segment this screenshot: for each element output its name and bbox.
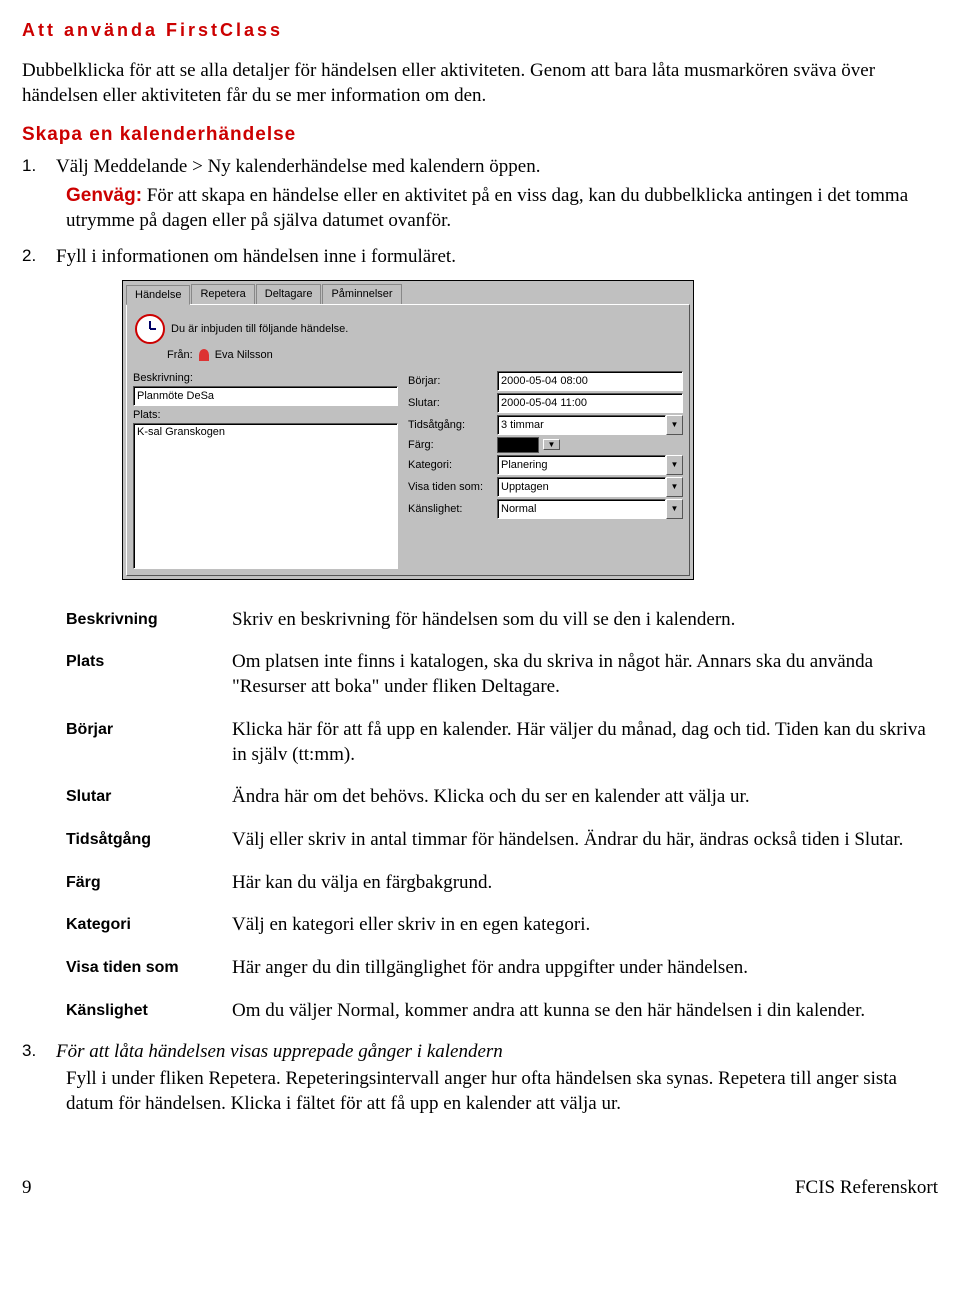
def-kanslighet: Om du väljer Normal, kommer andra att ku…: [232, 999, 938, 1024]
term-kategori: Kategori: [66, 913, 214, 938]
dropdown-icon[interactable]: ▼: [666, 415, 683, 435]
tab-paminnelser[interactable]: Påminnelser: [322, 284, 401, 304]
from-value: Eva Nilsson: [215, 349, 273, 361]
plats-label: Plats:: [133, 409, 398, 421]
term-farg: Färg: [66, 871, 214, 896]
term-kanslighet: Känslighet: [66, 999, 214, 1024]
tab-deltagare[interactable]: Deltagare: [256, 284, 322, 304]
invite-text: Du är inbjuden till följande händelse.: [171, 323, 348, 335]
dropdown-icon[interactable]: ▼: [666, 455, 683, 475]
shortcut-note: Genväg: För att skapa en händelse eller …: [66, 184, 938, 233]
visa-tiden-input[interactable]: Upptagen: [497, 477, 666, 497]
term-plats: Plats: [66, 650, 214, 699]
kanslighet-label: Känslighet:: [408, 503, 493, 515]
slutar-label: Slutar:: [408, 397, 493, 409]
borjar-label: Börjar:: [408, 375, 493, 387]
step-1: 1. Välj Meddelande > Ny kalenderhändelse…: [22, 156, 938, 178]
def-tidsatgang: Välj eller skriv in antal timmar för hän…: [232, 828, 938, 853]
shortcut-label: Genväg:: [66, 185, 142, 206]
page-header-title: Att använda FirstClass: [22, 20, 938, 41]
term-borjar: Börjar: [66, 718, 214, 767]
farg-label: Färg:: [408, 439, 493, 451]
kanslighet-input[interactable]: Normal: [497, 499, 666, 519]
borjar-input[interactable]: 2000-05-04 08:00: [497, 371, 683, 391]
plats-input[interactable]: K-sal Granskogen: [133, 423, 398, 569]
beskrivning-input[interactable]: Planmöte DeSa: [133, 386, 398, 406]
step-2-text: Fyll i informationen om händelsen inne i…: [56, 246, 456, 268]
visa-tiden-label: Visa tiden som:: [408, 481, 493, 493]
dropdown-icon[interactable]: ▼: [666, 499, 683, 519]
tidsatgang-input[interactable]: 3 timmar: [497, 415, 666, 435]
person-icon: [199, 349, 209, 361]
dialog-tabs: Händelse Repetera Deltagare Påminnelser: [123, 281, 693, 304]
term-visa-tiden: Visa tiden som: [66, 956, 214, 981]
term-tidsatgang: Tidsåtgång: [66, 828, 214, 853]
step-1-text: Välj Meddelande > Ny kalenderhändelse me…: [56, 156, 540, 178]
term-beskrivning: Beskrivning: [66, 608, 214, 633]
tab-repetera[interactable]: Repetera: [191, 284, 254, 304]
kategori-input[interactable]: Planering: [497, 455, 666, 475]
dropdown-icon[interactable]: ▼: [543, 439, 560, 450]
def-visa-tiden: Här anger du din tillgänglighet för andr…: [232, 956, 938, 981]
tidsatgang-label: Tidsåtgång:: [408, 419, 493, 431]
intro-paragraph: Dubbelklicka för att se alla detaljer fö…: [22, 59, 938, 108]
tab-handelse[interactable]: Händelse: [126, 285, 190, 305]
def-plats: Om platsen inte finns i katalogen, ska d…: [232, 650, 938, 699]
step-2: 2. Fyll i informationen om händelsen inn…: [22, 246, 938, 268]
def-borjar: Klicka här för att få upp en kalender. H…: [232, 718, 938, 767]
event-dialog: Händelse Repetera Deltagare Påminnelser …: [122, 280, 694, 580]
def-kategori: Välj en kategori eller skriv in en egen …: [232, 913, 938, 938]
farg-swatch[interactable]: [497, 437, 539, 453]
dropdown-icon[interactable]: ▼: [666, 477, 683, 497]
kategori-label: Kategori:: [408, 459, 493, 471]
dialog-pane: Du är inbjuden till följande händelse. F…: [126, 304, 690, 576]
def-slutar: Ändra här om det behövs. Klicka och du s…: [232, 785, 938, 810]
from-label: Från:: [167, 349, 193, 361]
beskrivning-label: Beskrivning:: [133, 372, 398, 384]
step-3-italic: För att låta händelsen visas upprepade g…: [56, 1041, 503, 1063]
clock-icon: [135, 314, 165, 344]
term-slutar: Slutar: [66, 785, 214, 810]
step-3-text: Fyll i under fliken Repetera. Repetering…: [66, 1067, 938, 1116]
step-3-number: 3.: [22, 1041, 42, 1063]
step-3: 3. För att låta händelsen visas upprepad…: [22, 1041, 938, 1063]
page-footer: 9 FCIS Referenskort: [22, 1177, 938, 1199]
def-beskrivning: Skriv en beskrivning för händelsen som d…: [232, 608, 938, 633]
step-2-number: 2.: [22, 246, 42, 268]
footer-reference: FCIS Referenskort: [795, 1177, 938, 1199]
slutar-input[interactable]: 2000-05-04 11:00: [497, 393, 683, 413]
page-number: 9: [22, 1177, 32, 1199]
field-descriptions: Beskrivning Skriv en beskrivning för händ…: [66, 608, 938, 1024]
def-farg: Här kan du välja en färgbakgrund.: [232, 871, 938, 896]
shortcut-text: För att skapa en händelse eller en aktiv…: [66, 185, 908, 231]
step-1-number: 1.: [22, 156, 42, 178]
section-title: Skapa en kalenderhändelse: [22, 124, 938, 146]
